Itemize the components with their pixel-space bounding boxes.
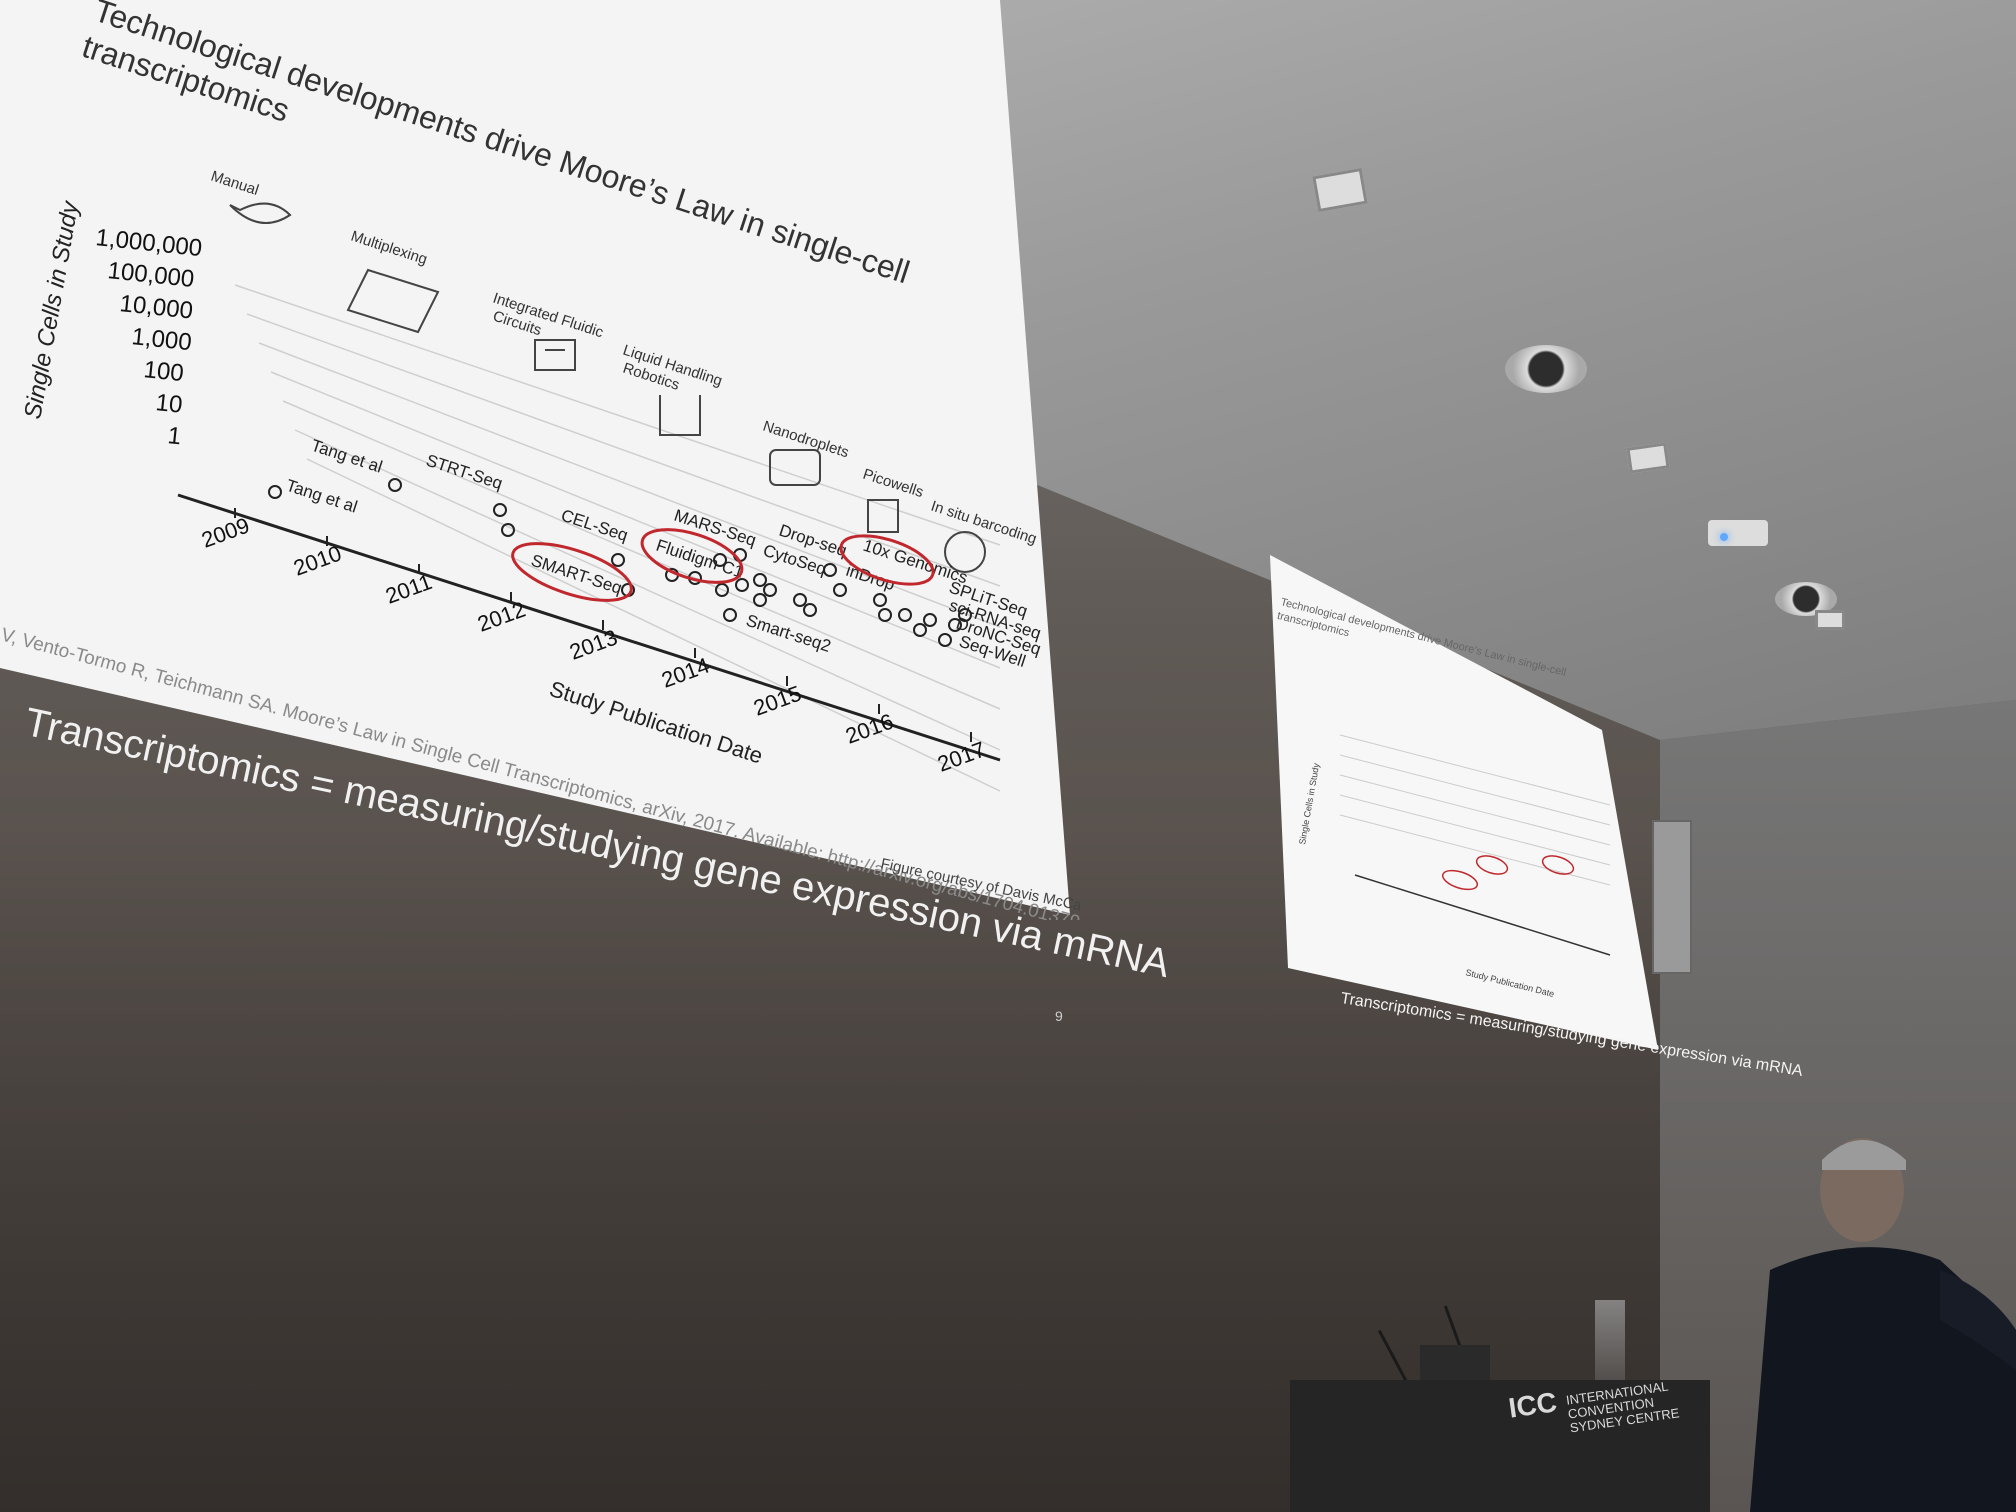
main-slide: Technological developments drive Moore’s… (0, 0, 1080, 920)
water-jug (1595, 1300, 1625, 1380)
y-tick-label: 10 (154, 389, 183, 419)
ceiling-speaker (1505, 345, 1587, 393)
status-led (1720, 533, 1728, 541)
ceiling-light (1626, 442, 1670, 474)
logo-mark: ICC (1506, 1386, 1559, 1424)
y-tick-label: 100 (142, 356, 185, 387)
projector-sensor (1708, 520, 1768, 546)
secondary-slide: Technological developments drive Moore’s… (1270, 555, 1670, 1060)
page-number: 9 (1055, 1008, 1063, 1024)
ceiling-light (1815, 610, 1845, 630)
y-tick-label: 1 (166, 422, 182, 450)
presenter (1750, 1138, 2016, 1512)
